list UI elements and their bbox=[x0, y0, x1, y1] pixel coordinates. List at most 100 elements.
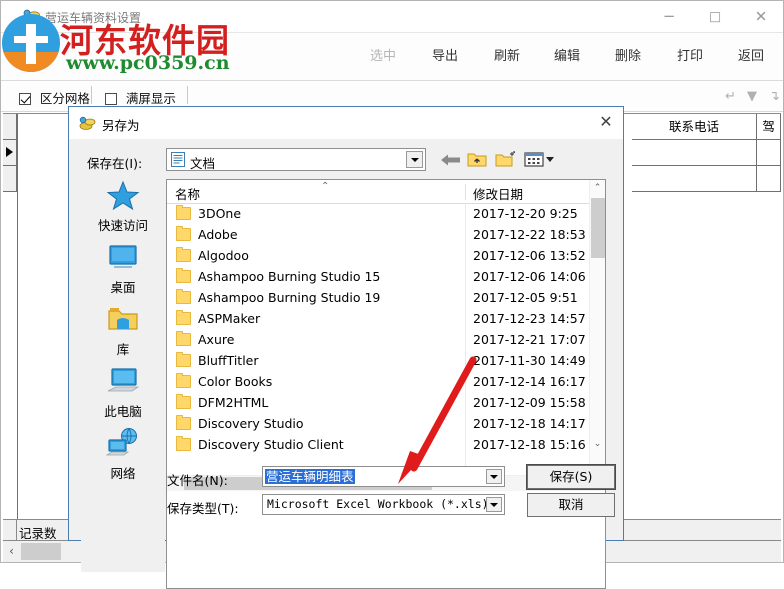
views-dropdown-icon[interactable] bbox=[524, 150, 556, 168]
place-network-label: 网络 bbox=[110, 466, 136, 481]
file-name: ASPMaker bbox=[198, 311, 261, 326]
toolbar-button-back[interactable]: 返回 bbox=[721, 45, 781, 69]
list-item[interactable]: Algodoo 2017-12-06 13:52 bbox=[167, 246, 589, 267]
minimize-button[interactable]: ─ bbox=[646, 1, 692, 32]
toolbar-button-select[interactable]: 选中 bbox=[353, 45, 413, 69]
grid-column-contact-phone[interactable]: 联系电话 bbox=[632, 114, 757, 140]
list-item[interactable]: ASPMaker 2017-12-23 14:57 bbox=[167, 309, 589, 330]
place-desktop-label: 桌面 bbox=[110, 280, 136, 295]
file-date: 2017-12-14 16:17 bbox=[473, 374, 586, 389]
current-row-marker-icon bbox=[6, 147, 13, 157]
save-type-combobox[interactable]: Microsoft Excel Workbook (*.xls) bbox=[262, 494, 505, 515]
save-in-value: 文档 bbox=[190, 156, 216, 171]
horizontal-scroll-thumb[interactable] bbox=[21, 543, 61, 560]
column-header-modified-date[interactable]: 修改日期 bbox=[473, 184, 523, 203]
grid-cell[interactable] bbox=[757, 140, 781, 166]
list-item[interactable]: BluffTitler 2017-11-30 14:49 bbox=[167, 351, 589, 372]
save-type-dropdown-icon[interactable] bbox=[486, 497, 502, 512]
scroll-up-icon[interactable]: ⌃ bbox=[590, 180, 605, 197]
list-item[interactable]: Discovery Studio Client 2017-12-18 15:16 bbox=[167, 435, 589, 456]
toolbar-button-edit[interactable]: 编辑 bbox=[537, 45, 597, 69]
place-this-pc[interactable]: 此电脑 bbox=[81, 365, 165, 431]
maximize-icon: □ bbox=[708, 9, 722, 24]
folder-icon bbox=[176, 268, 191, 283]
checkbox-distinguish-grid-box[interactable] bbox=[19, 93, 31, 105]
scroll-down-icon[interactable]: ⌄ bbox=[590, 436, 605, 453]
checkbox-fullscreen-display[interactable]: 满屏显示 bbox=[105, 88, 176, 106]
list-item[interactable]: Ashampoo Burning Studio 15 2017-12-06 14… bbox=[167, 267, 589, 288]
file-list-rows: 3DOne 2017-12-20 9:25 Adobe 2017-12-22 1… bbox=[167, 204, 589, 475]
close-icon: ✕ bbox=[754, 7, 768, 25]
folder-icon bbox=[176, 415, 191, 430]
checkbox-fullscreen-display-box[interactable] bbox=[105, 93, 117, 105]
app-money-icon bbox=[23, 9, 40, 23]
file-date: 2017-12-23 14:57 bbox=[473, 311, 586, 326]
cancel-button[interactable]: 取消 bbox=[527, 493, 615, 517]
save-button[interactable]: 保存(S) bbox=[526, 464, 616, 490]
grid-corner-cell[interactable] bbox=[3, 114, 17, 140]
dialog-close-button[interactable]: ✕ bbox=[589, 107, 623, 137]
grid-cell[interactable] bbox=[632, 140, 757, 166]
window-title: 营运车辆资料设置 bbox=[45, 11, 142, 25]
save-in-dropdown-icon[interactable] bbox=[406, 151, 423, 168]
prev-record-icon[interactable]: ↵ bbox=[725, 89, 736, 104]
file-name-value: 营运车辆明细表 bbox=[265, 469, 355, 484]
place-this-pc-label: 此电脑 bbox=[104, 404, 142, 419]
star-icon bbox=[106, 180, 140, 211]
save-in-combobox[interactable]: 文档 bbox=[166, 148, 426, 171]
library-folder-icon bbox=[108, 308, 138, 330]
list-item[interactable]: Adobe 2017-12-22 18:53 bbox=[167, 225, 589, 246]
back-arrow-icon[interactable] bbox=[441, 153, 461, 167]
file-name-input[interactable]: 营运车辆明细表 bbox=[262, 466, 505, 487]
status-cell-gutter bbox=[3, 520, 17, 540]
vertical-scroll-thumb[interactable] bbox=[591, 198, 605, 258]
toolbar-button-export[interactable]: 导出 bbox=[415, 45, 475, 69]
next-record-icon[interactable]: ↴ bbox=[769, 89, 780, 104]
scroll-left-icon[interactable]: ‹ bbox=[3, 541, 20, 562]
list-item[interactable]: DFM2HTML 2017-12-09 15:58 bbox=[167, 393, 589, 414]
place-network[interactable]: 网络 bbox=[81, 427, 165, 493]
place-library-label: 库 bbox=[116, 342, 130, 357]
file-name: BluffTitler bbox=[198, 353, 259, 368]
dropdown-record-icon[interactable]: ▼ bbox=[747, 89, 757, 104]
file-list[interactable]: 名称 ⌃ 修改日期 3DOne 2017-12-20 9:25 Adobe 20… bbox=[166, 179, 606, 589]
grid-row-header-1[interactable] bbox=[3, 140, 17, 166]
list-item[interactable]: Ashampoo Burning Studio 19 2017-12-05 9:… bbox=[167, 288, 589, 309]
file-name-dropdown-icon[interactable] bbox=[486, 469, 502, 484]
toolbar-button-refresh[interactable]: 刷新 bbox=[477, 45, 537, 69]
file-list-column-divider bbox=[465, 204, 466, 475]
place-desktop[interactable]: 桌面 bbox=[81, 241, 165, 307]
list-item[interactable]: Color Books 2017-12-14 16:17 bbox=[167, 372, 589, 393]
maximize-button[interactable]: □ bbox=[692, 1, 738, 32]
file-list-vertical-scrollbar[interactable]: ⌃ ⌄ bbox=[589, 180, 605, 475]
grid-cell[interactable] bbox=[632, 166, 757, 192]
folder-icon bbox=[176, 373, 191, 388]
grid-cell[interactable] bbox=[757, 166, 781, 192]
close-button[interactable]: ✕ bbox=[738, 1, 784, 32]
list-item[interactable]: 3DOne 2017-12-20 9:25 bbox=[167, 204, 589, 225]
folder-icon bbox=[176, 310, 191, 325]
checkbox-fullscreen-display-label: 满屏显示 bbox=[125, 91, 176, 106]
app-toolbar: 选中 导出 刷新 编辑 删除 打印 返回 bbox=[1, 33, 783, 81]
list-item[interactable]: Discovery Studio 2017-12-18 14:17 bbox=[167, 414, 589, 435]
grid-column-driver[interactable]: 驾 bbox=[757, 114, 781, 140]
header-divider bbox=[465, 184, 466, 200]
toolbar-button-print[interactable]: 打印 bbox=[660, 45, 720, 69]
new-folder-icon[interactable] bbox=[495, 150, 516, 168]
column-header-name[interactable]: 名称 bbox=[175, 184, 200, 203]
file-name: 3DOne bbox=[198, 206, 242, 221]
toolbar-button-delete[interactable]: 删除 bbox=[598, 45, 658, 69]
minimize-icon: ─ bbox=[664, 7, 674, 25]
file-date: 2017-11-30 14:49 bbox=[473, 353, 586, 368]
place-quick-access[interactable]: 快速访问 bbox=[81, 179, 165, 245]
place-library[interactable]: 库 bbox=[81, 303, 165, 369]
grid-vertical-divider bbox=[17, 114, 18, 520]
file-date: 2017-12-06 14:06 bbox=[473, 269, 586, 284]
list-item[interactable]: Axure 2017-12-21 17:07 bbox=[167, 330, 589, 351]
checkbox-distinguish-grid[interactable]: 区分网格 bbox=[19, 88, 90, 106]
up-folder-icon[interactable] bbox=[467, 150, 487, 168]
grid-row-header-2[interactable] bbox=[3, 166, 17, 192]
folder-icon bbox=[176, 247, 191, 262]
sort-ascending-icon: ⌃ bbox=[321, 181, 330, 192]
file-list-header: 名称 ⌃ 修改日期 bbox=[167, 180, 605, 204]
